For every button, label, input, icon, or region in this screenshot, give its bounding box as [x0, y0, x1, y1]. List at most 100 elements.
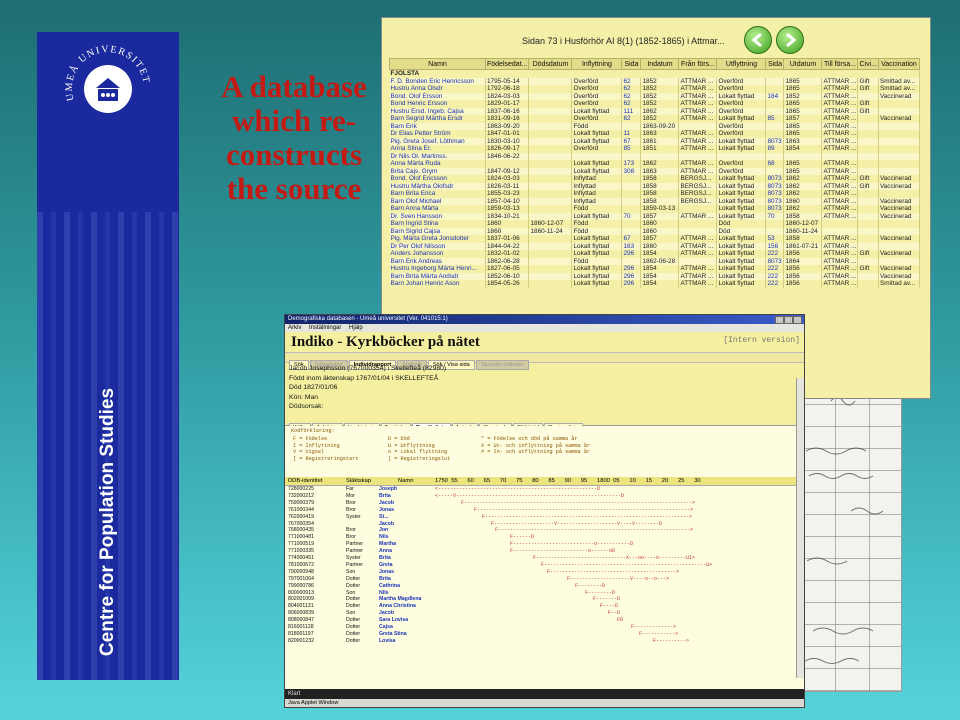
menu-arkiv[interactable]: Arkiv: [288, 325, 301, 331]
table-cell: Död: [716, 220, 767, 228]
family-row[interactable]: 820001232 Dotter Lovisa F---------->: [285, 638, 804, 645]
family-row[interactable]: 818001197 Dotter Greta Stina F----------->: [285, 631, 804, 638]
family-row[interactable]: 790000948 Son Jonas F----------------------…: [285, 569, 804, 576]
family-row[interactable]: 768000435 Bror Jon F-----------------------…: [285, 527, 804, 534]
version-label: [Intern version]: [723, 336, 800, 345]
table-row[interactable]: Barn Ingrid Stina 1860 1860-12-07 Född 1860 D…: [389, 220, 920, 228]
table-row[interactable]: Barn Sigrid Cajsa 1860 1860-11-24 Född 1860 D…: [389, 227, 920, 235]
table-row[interactable]: Barn Anna Märta 1859-03-13 Född 1859-03-13 L…: [389, 205, 920, 213]
family-row[interactable]: 771000481 Bror Nils F------D: [285, 534, 804, 541]
family-row[interactable]: 799000786 Dotter Cathrina F--------D: [285, 583, 804, 590]
table-row[interactable]: Barn Brita Märta Andsdr 1852-06-10 Lokalt …: [389, 272, 920, 280]
table-cell: 89: [765, 145, 785, 153]
family-row[interactable]: 771000519 Partner Martha F-----------------…: [285, 541, 804, 548]
table-row[interactable]: Hustru Ingeborg Märta Henri... 1827-06-05…: [389, 265, 920, 273]
family-row[interactable]: 802001009 Dotter Martha Magdlena F-------D: [285, 596, 804, 603]
arrow-forward-icon[interactable]: [776, 26, 804, 54]
table-row[interactable]: Barn Erik 1863-09-20 Född 1863-09-20 Överför…: [389, 122, 920, 130]
column-header[interactable]: Namn: [389, 58, 486, 70]
table-row[interactable]: Dr Elias Petter Ström 1847-01-01 Lokalt fl…: [389, 130, 920, 138]
family-row[interactable]: 728000225 Far Joseph <---------------------…: [285, 486, 804, 493]
table-row[interactable]: Anna Märta Ruda Lokalt flyttad 173 1862 ATTM…: [389, 160, 920, 168]
table-row[interactable]: Anna Stina Er. 1826-09-17 Överförd 85 1851 AT…: [389, 145, 920, 153]
table-row[interactable]: Hustru Märtha Olofsdr 1826-03-11 Inflyttad…: [389, 182, 920, 190]
table-row[interactable]: Bond. Olof Ericsson 1824-03-03 Inflyttad 18…: [389, 175, 920, 183]
column-header[interactable]: Indatum: [640, 58, 680, 70]
column-header[interactable]: Födelsedat...: [484, 58, 530, 70]
table-row[interactable]: F. D. Bonden Eric Henricsson 1795-05-14 Öv…: [389, 77, 920, 85]
family-row[interactable]: 808000847 Dotter Sara Lovisa FD: [285, 617, 804, 624]
year-tick: 55: [451, 478, 458, 484]
table-cell: 11: [621, 130, 642, 138]
column-header[interactable]: Dödsdatum: [528, 58, 573, 70]
app-title: Indiko - Kyrkböcker på nätet: [291, 334, 480, 350]
column-header[interactable]: Utdatum: [783, 58, 823, 70]
table-row[interactable]: Brita Cajs. Grym 1847-09-12 Lokalt flyttad…: [389, 167, 920, 175]
column-header[interactable]: Vaccination: [877, 58, 920, 70]
column-header[interactable]: Sida: [765, 58, 785, 70]
table-cell: Smittad av...: [878, 280, 920, 288]
family-row[interactable]: 762000419 Syster St... F-------------------…: [285, 514, 804, 521]
column-header[interactable]: Civi...: [857, 58, 879, 70]
family-row[interactable]: 781000672 Partner Greta F------------------…: [285, 562, 804, 569]
table-row[interactable]: Barn Olof Michael 1857-04-10 Inflyttad 1858…: [389, 197, 920, 205]
column-header[interactable]: Från förs...: [678, 58, 718, 70]
table-row[interactable]: Barn Johan Henric Ason 1854-05-26 Lokalt f…: [389, 280, 920, 288]
column-header[interactable]: Sida: [621, 58, 642, 70]
year-tick: 1750: [435, 478, 448, 484]
family-row[interactable]: 761000344 Bror Jonas F---------------------…: [285, 507, 804, 514]
table-row[interactable]: Barn Segrid Märtha Ersdr 1831-09-16 Överfö…: [389, 115, 920, 123]
maximize-icon[interactable]: [784, 316, 793, 324]
table-row[interactable]: Bond. Olof Ersson 1824-03-03 Överförd 62 185…: [389, 92, 920, 100]
relation: Son: [346, 589, 356, 596]
family-row[interactable]: 800000913 Son Nils F--------D: [285, 590, 804, 597]
table-cell: 1865: [783, 107, 823, 115]
ddb-id: 802001009: [288, 596, 314, 603]
family-row[interactable]: 767000354 Jacob F--------------------V----…: [285, 521, 804, 528]
menu-installningar[interactable]: Inställningar: [309, 325, 341, 331]
tab-sparade-individer[interactable]: Sparade individer: [475, 360, 530, 370]
family-row[interactable]: 806000839 Son Jacob F--D: [285, 610, 804, 617]
table-cell: ATTMAR ...: [678, 77, 718, 85]
table-row[interactable]: Barn Brita Erica 1855-03-23 Inflyttad 1858 B…: [389, 190, 920, 198]
arrow-back-icon[interactable]: [744, 26, 772, 54]
life-line: F---------------------------------------…: [541, 561, 713, 568]
table-row[interactable]: Anders Johansson 1832-01-02 Lokalt flyttad…: [389, 250, 920, 258]
table-row[interactable]: Dr Per Olof Nilsson 1844-04-22 Lokalt flyt…: [389, 242, 920, 250]
life-line: F------D: [510, 534, 535, 541]
vertical-scrollbar[interactable]: [796, 378, 804, 678]
family-row[interactable]: 797001064 Dotter Brita F-------------------…: [285, 576, 804, 583]
family-row[interactable]: 774000451 Syster Brita F-------------------…: [285, 555, 804, 562]
table-row[interactable]: Barn Erik Andreas 1862-06-28 Född 1862-06-2…: [389, 257, 920, 265]
column-header[interactable]: Inflyttning: [571, 58, 623, 70]
family-row[interactable]: 804001131 Dotter Anna Christina F----D: [285, 603, 804, 610]
table-row[interactable]: Dr. Sven Hansson 1834-10-21 Lokalt flyttad…: [389, 212, 920, 220]
ddb-id: 732000212: [288, 492, 314, 499]
close-icon[interactable]: [793, 316, 802, 324]
column-header[interactable]: Till försa...: [821, 58, 859, 70]
table-row[interactable]: Pig. Greta Josef. Löthman 1830-03-10 Lokal…: [389, 137, 920, 145]
family-row[interactable]: 816001128 Dotter Cajsa F------------->: [285, 624, 804, 631]
table-row[interactable]: Hustru Ersd. Ingeb. Cajsa 1837-06-16 Lokal…: [389, 107, 920, 115]
table-cell: 1852-06-10: [485, 272, 530, 280]
table-cell: 8073: [765, 197, 785, 205]
table-cell: Lokalt flyttad: [571, 280, 623, 288]
table-row[interactable]: Hustru Anna Olsdr 1792-06-18 Överförd 62 185…: [389, 85, 920, 93]
menu-hjalp[interactable]: Hjälp: [349, 325, 363, 331]
table-cell: Lokalt flyttad: [716, 92, 767, 100]
family-row[interactable]: 771000335 Partner Anna F-------------------…: [285, 548, 804, 555]
table-cell: Vaccinerad: [878, 92, 920, 100]
life-line: FD: [617, 617, 624, 624]
family-row[interactable]: 732000212 Mor Brita <-----V----------------…: [285, 493, 804, 500]
table-row[interactable]: Bond Henric Ersson 1829-01-17 Överförd 62 18…: [389, 100, 920, 108]
family-row[interactable]: 759000379 Bror Jacob F---------------------…: [285, 500, 804, 507]
column-header[interactable]: Utflyttning: [716, 58, 767, 70]
ddb-id: 771000481: [288, 534, 314, 541]
table-row[interactable]: Dr Nils Ol. Martinss. 1846-06-22: [389, 152, 920, 160]
table-cell: Brita Cajs. Grym: [389, 167, 486, 175]
minimize-icon[interactable]: [775, 316, 784, 324]
table-cell: 296: [621, 272, 642, 280]
table-cell: 1854: [783, 145, 823, 153]
table-row[interactable]: Pig. Märta Greta Jonsdotter 1837-01-06 Lok…: [389, 235, 920, 243]
life-line: F---------------------------o-----------…: [510, 541, 634, 548]
